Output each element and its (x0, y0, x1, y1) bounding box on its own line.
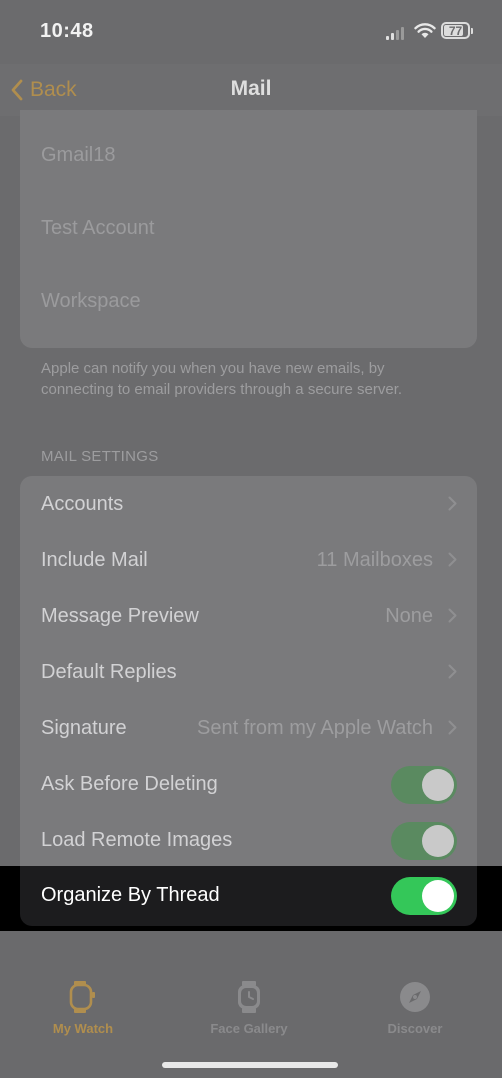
highlight-band: Organize By Thread (0, 866, 502, 931)
battery-icon: 77 (441, 22, 473, 39)
compass-icon (350, 979, 480, 1015)
mail-settings-list: Accounts Include Mail 11 Mailboxes Messa… (20, 476, 477, 930)
settings-row-ask-before-deleting: Ask Before Deleting (20, 756, 477, 812)
row-label: Ask Before Deleting (41, 772, 218, 795)
accounts-list: Gmail18 Test Account Workspace (20, 110, 477, 348)
tab-my-watch[interactable]: My Watch (18, 979, 148, 1036)
settings-row-signature[interactable]: Signature Sent from my Apple Watch (20, 700, 477, 756)
screen: 10:48 77 Back Mail Gmail18 Test Account … (0, 0, 502, 1078)
tab-label: Discover (387, 1021, 443, 1036)
tab-label: My Watch (52, 1021, 114, 1036)
load-remote-images-toggle[interactable] (391, 822, 457, 860)
row-value: 11 Mailboxes (316, 548, 433, 571)
wifi-icon (414, 22, 436, 44)
toggle-knob (422, 825, 454, 857)
chevron-right-icon (448, 608, 457, 623)
chevron-right-icon (448, 496, 457, 511)
ask-before-deleting-toggle[interactable] (391, 766, 457, 804)
tab-label: Face Gallery (210, 1021, 288, 1036)
cellular-signal-icon (386, 26, 406, 40)
row-label: Default Replies (41, 660, 177, 683)
home-indicator[interactable] (162, 1062, 338, 1068)
row-value: Sent from my Apple Watch (196, 716, 433, 739)
settings-row-message-preview[interactable]: Message Preview None (20, 588, 477, 644)
settings-row-load-remote-images: Load Remote Images (20, 812, 477, 868)
toggle-knob (422, 769, 454, 801)
accounts-footer-note: Apple can notify you when you have new e… (41, 360, 403, 398)
tab-face-gallery[interactable]: Face Gallery (184, 979, 314, 1036)
chevron-right-icon (448, 552, 457, 567)
row-label: Accounts (41, 492, 124, 515)
settings-row-include-mail[interactable]: Include Mail 11 Mailboxes (20, 532, 477, 588)
chevron-right-icon (448, 664, 457, 679)
row-label: Load Remote Images (41, 828, 233, 851)
status-bar: 10:48 77 (0, 0, 502, 64)
tab-bar: My Watch Face Gallery Discover (0, 931, 502, 1078)
row-label: Message Preview (41, 604, 199, 627)
settings-row-organize-by-thread: Organize By Thread (20, 866, 477, 926)
organize-by-thread-toggle[interactable] (391, 877, 457, 915)
account-item[interactable]: Gmail18 (41, 144, 115, 167)
row-label: Signature (41, 716, 127, 739)
battery-level: 77 (448, 23, 463, 38)
tab-discover[interactable]: Discover (350, 979, 480, 1036)
status-time: 10:48 (40, 20, 94, 42)
page-title: Mail (230, 77, 272, 100)
toggle-knob (422, 880, 454, 912)
row-label: Include Mail (41, 548, 148, 571)
row-value: None (385, 604, 433, 627)
account-item[interactable]: Workspace (41, 290, 141, 313)
chevron-right-icon (448, 720, 457, 735)
watch-icon (18, 979, 148, 1015)
watch-face-icon (184, 979, 314, 1015)
row-label: Organize By Thread (41, 884, 220, 906)
account-item[interactable]: Test Account (41, 217, 154, 240)
navigation-bar: Back Mail (0, 64, 502, 116)
section-header-mail-settings: MAIL SETTINGS (41, 448, 159, 465)
settings-row-default-replies[interactable]: Default Replies (20, 644, 477, 700)
settings-row-accounts[interactable]: Accounts (20, 476, 477, 532)
